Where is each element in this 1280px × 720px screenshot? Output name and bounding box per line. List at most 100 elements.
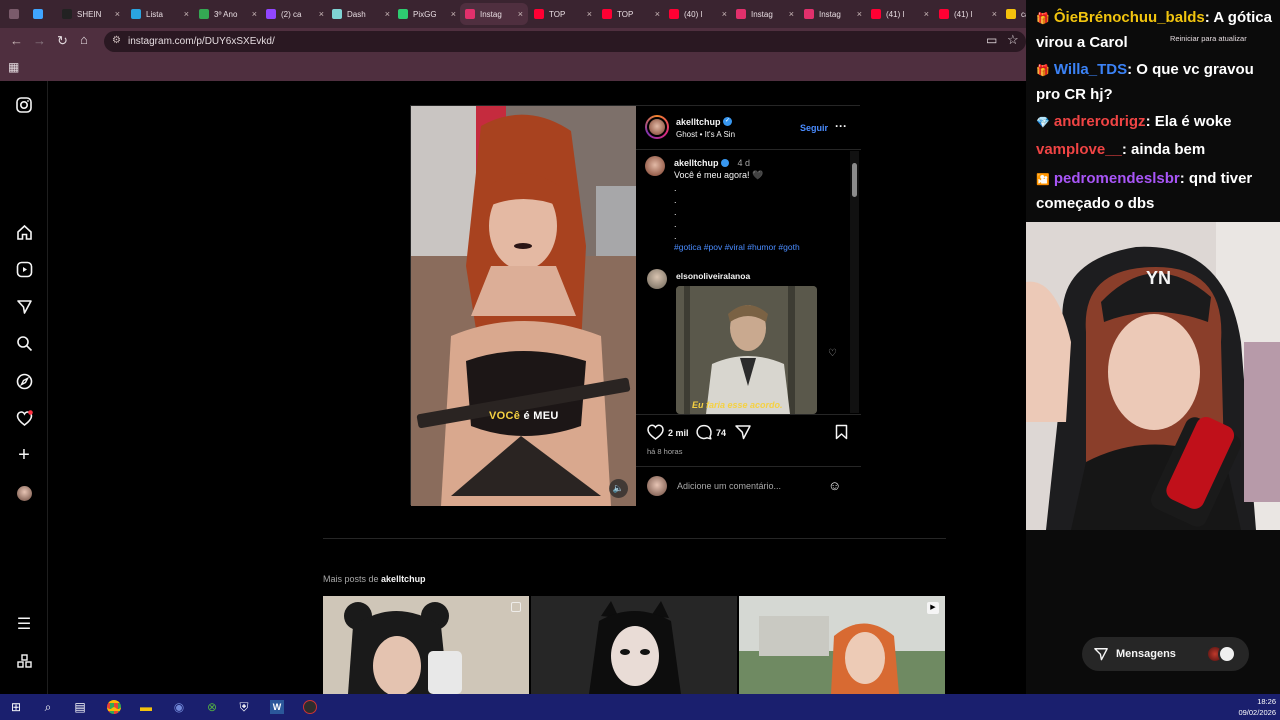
browser-tab[interactable]: Instag × [460, 3, 528, 25]
hashtags[interactable]: #gotica #pov #viral #humor #goth [674, 242, 800, 252]
tab-close-icon[interactable]: × [385, 9, 390, 19]
thumbnail-1[interactable] [323, 596, 529, 694]
commenter-username[interactable]: elsonoliveiralanoa [676, 271, 750, 281]
chat-badge-icon: 🎁 [1036, 65, 1050, 77]
profile-avatar[interactable] [14, 483, 34, 503]
reels-nav-icon[interactable] [14, 259, 34, 279]
post-video[interactable]: VOCê é MEU 🔈 [411, 106, 636, 506]
audio-track[interactable]: Ghost • It's A Sin [676, 130, 735, 139]
obs-icon[interactable] [302, 699, 318, 715]
browser-tab[interactable]: TOP × [529, 3, 597, 25]
security-shield-icon[interactable]: ⛨ [236, 699, 252, 715]
browser-tab[interactable]: SHEIN × [57, 3, 125, 25]
tab-title: PixGG [413, 9, 437, 19]
instagram-logo-icon[interactable] [14, 95, 34, 115]
more-options-icon[interactable]: ··· [835, 119, 847, 133]
back-icon[interactable]: ← [10, 33, 23, 48]
commenter-avatar[interactable] [647, 269, 667, 289]
browser-tab[interactable]: TOP × [597, 3, 665, 25]
file-explorer-icon[interactable]: ▬ [138, 699, 154, 715]
thumbnail-3[interactable]: ▶ [739, 596, 945, 694]
address-bar[interactable]: ⚙ instagram.com/p/DUY6xSXEvkd/ [104, 31, 1026, 52]
xbox-icon[interactable]: ⊗ [204, 699, 220, 715]
author-avatar[interactable] [645, 115, 669, 139]
forward-icon[interactable]: → [33, 33, 46, 48]
tab-close-icon[interactable]: × [252, 9, 257, 19]
cast-icon[interactable]: ▭ [986, 33, 997, 47]
messages-label: Mensagens [1116, 648, 1176, 660]
home-icon[interactable]: ⌂ [80, 32, 88, 47]
tab-close-icon[interactable]: × [587, 9, 592, 19]
browser-tab[interactable]: Instag × [799, 3, 867, 25]
browser-tab[interactable] [28, 3, 48, 25]
search-icon[interactable]: ⌕ [40, 699, 56, 715]
chat-user: ÔieBrénochuu_balds [1053, 9, 1205, 26]
tab-close-icon[interactable]: × [518, 9, 523, 19]
explore-nav-icon[interactable] [14, 371, 34, 391]
task-view-icon[interactable]: ▤ [72, 699, 88, 715]
also-from-meta-icon[interactable] [14, 651, 34, 671]
tab-close-icon[interactable]: × [857, 9, 862, 19]
tab-close-icon[interactable]: × [115, 9, 120, 19]
browser-tab[interactable]: (2) ca × [261, 3, 329, 25]
likes-count[interactable]: 2 mil [668, 428, 689, 438]
scrollbar-thumb[interactable] [852, 163, 857, 197]
word-icon[interactable]: W [269, 699, 285, 715]
messages-button[interactable]: Mensagens [1082, 637, 1249, 671]
comment-like-icon[interactable]: ♡ [828, 348, 837, 359]
tab-close-icon[interactable]: × [924, 9, 929, 19]
tab-close-icon[interactable]: × [655, 9, 660, 19]
tab-close-icon[interactable]: × [789, 9, 794, 19]
browser-tab[interactable]: PixGG × [393, 3, 461, 25]
create-nav-icon[interactable]: + [14, 444, 34, 466]
browser-tab[interactable]: 3º Ano × [194, 3, 262, 25]
like-icon[interactable] [647, 424, 664, 445]
tab-close-icon[interactable]: × [184, 9, 189, 19]
star-icon[interactable]: ☆ [1007, 32, 1019, 48]
emoji-icon[interactable]: ☺ [828, 478, 841, 493]
follow-button[interactable]: Seguir [800, 123, 828, 133]
browser-tab[interactable]: Dash × [327, 3, 395, 25]
url-text: instagram.com/p/DUY6xSXEvkd/ [128, 36, 275, 47]
site-info-icon[interactable]: ⚙ [112, 35, 121, 46]
chrome-icon[interactable] [106, 699, 122, 715]
browser-tab[interactable]: (41) l × [866, 3, 934, 25]
more-posts-user[interactable]: akelltchup [381, 574, 426, 584]
browser-tab[interactable]: Instag × [731, 3, 799, 25]
start-icon[interactable]: ⊞ [8, 699, 24, 715]
menu-icon[interactable]: ☰ [14, 614, 34, 634]
reload-icon[interactable]: ↻ [57, 33, 68, 49]
comments-scrollbar[interactable] [850, 151, 859, 413]
comment-input[interactable]: Adicione um comentário... [677, 481, 781, 491]
google-icon [1006, 9, 1016, 19]
update-button[interactable]: Reiniciar para atualizar [1170, 34, 1247, 43]
caption-username[interactable]: akelltchup [674, 158, 719, 168]
browser-tab[interactable]: Lista × [126, 3, 194, 25]
share-icon[interactable] [735, 424, 751, 445]
tab-search-button[interactable] [4, 3, 24, 25]
caption-avatar[interactable] [645, 156, 665, 176]
apps-grid-icon[interactable]: ▦ [8, 60, 19, 74]
notifications-nav-icon[interactable] [14, 408, 34, 428]
tab-close-icon[interactable]: × [722, 9, 727, 19]
tab-close-icon[interactable]: × [451, 9, 456, 19]
comments-count[interactable]: 74 [716, 428, 726, 438]
chat-text: : ainda bem [1121, 141, 1206, 158]
browser-tab[interactable]: (40) l × [664, 3, 732, 25]
comment-gif[interactable]: Eu faria esse acordo. [676, 286, 817, 414]
tab-close-icon[interactable]: × [992, 9, 997, 19]
tab-close-icon[interactable]: × [319, 9, 324, 19]
direct-nav-icon[interactable] [14, 296, 34, 316]
search-nav-icon[interactable] [14, 333, 34, 353]
author-username[interactable]: akelltchup [676, 117, 721, 127]
thumbnail-1-illustration [323, 596, 529, 694]
system-clock[interactable]: 18:26 09/02/2026 [1226, 696, 1276, 718]
comment-icon[interactable] [696, 424, 712, 445]
save-icon[interactable] [835, 424, 848, 445]
home-nav-icon[interactable] [14, 222, 34, 242]
mute-icon[interactable]: 🔈 [609, 479, 628, 498]
discord-icon[interactable]: ◉ [171, 699, 187, 715]
browser-tab[interactable]: (41) l × [934, 3, 1002, 25]
thumbnail-2[interactable] [531, 596, 737, 694]
chat-message: 🎁 Willa_TDS: O que vc gravou pro CR hj? [1036, 58, 1278, 106]
